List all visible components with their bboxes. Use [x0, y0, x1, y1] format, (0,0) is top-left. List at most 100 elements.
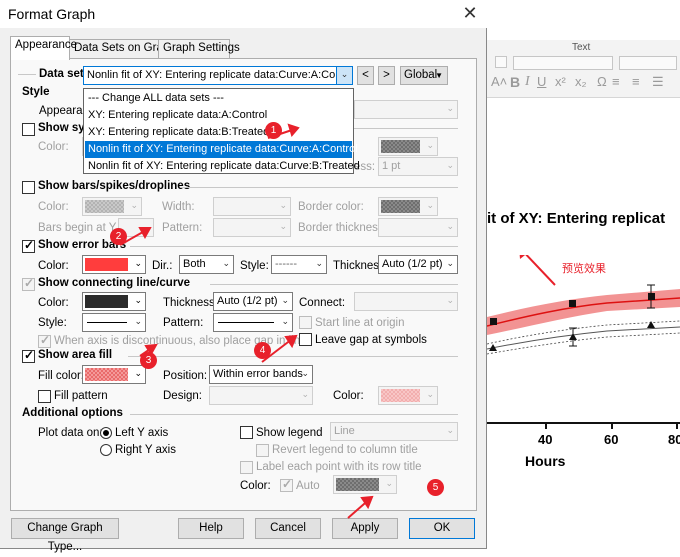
- apply-button[interactable]: Apply: [332, 518, 398, 539]
- chevron-down-icon: ⌄: [385, 478, 393, 488]
- fill-position-combo[interactable]: Within error bands ⌄: [209, 365, 313, 384]
- show-symbols-checkbox[interactable]: [22, 123, 35, 136]
- superscript-icon[interactable]: x²: [555, 74, 566, 89]
- fill-color-label: Fill color:: [38, 370, 85, 382]
- show-legend-checkbox[interactable]: [240, 426, 253, 439]
- fill-pattern-color-swatch[interactable]: ⌄: [378, 386, 438, 405]
- chevron-down-icon[interactable]: ⌄: [336, 67, 352, 84]
- leave-gap-checkbox[interactable]: [299, 333, 312, 346]
- chevron-down-icon: ⌄: [301, 389, 309, 399]
- dataset-option-fit-b-treated[interactable]: Nonlin fit of XY: Entering replicate dat…: [85, 158, 360, 175]
- error-style-label: Style:: [240, 260, 269, 272]
- connect-combo[interactable]: ⌄: [354, 292, 458, 311]
- bars-pattern-combo[interactable]: ⌄: [213, 218, 291, 237]
- dataset-select[interactable]: Nonlin fit of XY: Entering replicate dat…: [83, 66, 353, 85]
- show-area-fill-checkbox[interactable]: [22, 348, 35, 363]
- bold-icon[interactable]: B: [510, 74, 520, 90]
- line-thickness-combo[interactable]: Auto (1/2 pt) ⌄: [213, 292, 293, 311]
- show-bars-label: Show bars/spikes/droplines: [38, 180, 191, 192]
- chevron-down-icon: ⌄: [279, 200, 287, 210]
- dataset-option-all[interactable]: --- Change ALL data sets ---: [85, 90, 352, 107]
- error-style-combo[interactable]: ------ ⌄: [271, 255, 327, 274]
- ribbon-font-name-combo[interactable]: [513, 56, 613, 70]
- fill-design-combo[interactable]: ⌄: [209, 386, 313, 405]
- annotation-badge-1: 1: [265, 122, 282, 139]
- bars-border-thickness-combo[interactable]: ⌄: [378, 218, 458, 237]
- line-color-swatch[interactable]: ⌄: [82, 292, 146, 311]
- bars-width-combo[interactable]: ⌄: [213, 197, 291, 216]
- help-button[interactable]: Help: [178, 518, 244, 539]
- subscript-icon[interactable]: x₂: [575, 74, 587, 89]
- show-error-bars-checkbox[interactable]: [22, 238, 35, 253]
- chevron-down-icon: ⌄: [426, 200, 434, 210]
- bars-color-swatch[interactable]: ⌄: [82, 197, 142, 216]
- chevron-down-icon: ⌄: [446, 425, 454, 435]
- chevron-down-icon: ⌄: [279, 221, 287, 231]
- line-thickness-value: Auto (1/2 pt): [217, 295, 278, 307]
- chevron-down-icon: ⌄: [134, 368, 142, 378]
- ribbon-font-size-combo[interactable]: [619, 56, 677, 70]
- fill-pattern-checkbox[interactable]: [38, 390, 51, 403]
- symbol-thickness-combo[interactable]: 1 pt ⌄: [378, 157, 458, 176]
- prev-dataset-button[interactable]: <: [357, 66, 374, 85]
- bars-pattern-label: Pattern:: [162, 222, 203, 234]
- start-at-origin-checkbox[interactable]: [299, 316, 312, 329]
- dataset-option-fit-a-control[interactable]: Nonlin fit of XY: Entering replicate dat…: [85, 141, 358, 158]
- change-graph-type-button[interactable]: Change Graph Type...: [11, 518, 119, 553]
- label-color-auto-checkbox[interactable]: [280, 477, 293, 492]
- dataset-option-b-treated[interactable]: XY: Entering replicate data:B:Treated: [85, 124, 352, 141]
- chevron-down-icon: ⌄: [130, 200, 138, 210]
- font-size-up-icon[interactable]: A˄: [491, 74, 507, 89]
- ribbon-font-combo-stub[interactable]: [495, 56, 507, 68]
- symbol-color-label: Color:: [38, 141, 69, 153]
- swatch-fill: [85, 368, 128, 381]
- connect-label: Connect:: [299, 297, 346, 309]
- symbol-border-color-swatch[interactable]: ⌄: [378, 137, 438, 156]
- right-y-axis-radio[interactable]: [100, 444, 112, 456]
- show-connecting-line-checkbox[interactable]: [22, 276, 35, 291]
- align-icon[interactable]: ≡: [612, 74, 620, 89]
- label-color-swatch[interactable]: ⌄: [333, 475, 397, 494]
- chevron-down-icon: ⌄: [281, 295, 289, 305]
- dataset-option-a-control[interactable]: XY: Entering replicate data:A:Control: [85, 107, 352, 124]
- solid-line-icon: [87, 322, 127, 323]
- chevron-down-icon: ⌄: [446, 221, 454, 231]
- next-dataset-button[interactable]: >: [378, 66, 395, 85]
- style-heading: Style: [22, 86, 50, 98]
- error-dir-combo[interactable]: Both ⌄: [179, 255, 234, 274]
- chevron-down-icon: ⌄: [134, 258, 142, 268]
- greek-icon[interactable]: Ω: [597, 74, 607, 89]
- list-icon[interactable]: ☰: [652, 74, 664, 90]
- bars-border-color-swatch[interactable]: ⌄: [378, 197, 438, 216]
- global-scope-label: Global: [404, 69, 438, 81]
- swatch-fill: [336, 478, 379, 491]
- label-each-point-checkbox[interactable]: [240, 461, 253, 474]
- x-tick-label-40: 40: [538, 432, 553, 447]
- show-connecting-line-label: Show connecting line/curve: [38, 277, 191, 289]
- error-color-swatch[interactable]: ⌄: [82, 255, 146, 274]
- show-bars-checkbox[interactable]: [22, 181, 35, 194]
- error-thickness-combo[interactable]: Auto (1/2 pt) ⌄: [378, 255, 458, 274]
- close-icon[interactable]: ✕: [460, 3, 480, 24]
- left-y-axis-radio[interactable]: [100, 427, 112, 439]
- legend-style-combo[interactable]: Line ⌄: [330, 422, 458, 441]
- discontinuous-gap-checkbox[interactable]: [38, 333, 51, 348]
- global-scope-button[interactable]: Global ▼: [400, 66, 448, 85]
- italic-icon[interactable]: I: [525, 74, 530, 90]
- tab-graph-settings[interactable]: Graph Settings: [158, 39, 240, 59]
- line-pattern-combo[interactable]: ⌄: [213, 313, 293, 332]
- leave-gap-label: Leave gap at symbols: [315, 334, 427, 346]
- cancel-button[interactable]: Cancel: [255, 518, 321, 539]
- align-more-icon[interactable]: ≡: [632, 74, 640, 89]
- ok-button[interactable]: OK: [409, 518, 475, 539]
- appearance-combo[interactable]: ⌄: [354, 100, 458, 119]
- tab-data-sets-on-graph[interactable]: Data Sets on Graph: [69, 39, 176, 59]
- revert-legend-checkbox[interactable]: [256, 444, 269, 457]
- underline-icon[interactable]: U: [537, 74, 546, 89]
- revert-legend-label: Revert legend to column title: [272, 444, 418, 456]
- dataset-dropdown-list: --- Change ALL data sets --- XY: Enterin…: [83, 88, 360, 175]
- tab-appearance[interactable]: Appearance: [10, 36, 77, 60]
- line-style-combo[interactable]: ⌄: [82, 313, 146, 332]
- fill-color-swatch[interactable]: ⌄: [82, 365, 146, 384]
- symbol-thickness-value: 1 pt: [382, 160, 401, 172]
